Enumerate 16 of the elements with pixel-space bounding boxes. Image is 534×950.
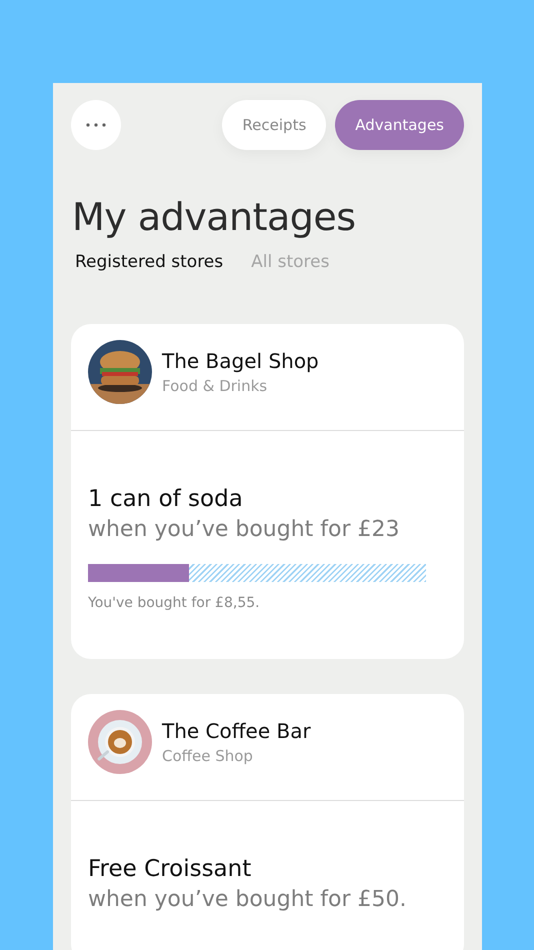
store-category: Food & Drinks (162, 377, 268, 395)
menu-button[interactable] (71, 100, 121, 150)
offer-title: 1 can of soda (88, 485, 244, 514)
filter-tab[interactable]: Registered stores (75, 252, 224, 272)
store-category: Coffee Shop (162, 747, 254, 765)
offer-title: Free Croissant (88, 855, 252, 884)
progress-note: You've bought for £8,55. (88, 595, 261, 611)
store-name: The Bagel Shop (162, 349, 319, 373)
filter-tab[interactable]: All stores (251, 252, 330, 272)
store-name: The Coffee Bar (162, 719, 311, 743)
page-title: My advantages (72, 194, 357, 240)
offer-condition: when you’ve bought for £50. (88, 886, 408, 914)
tab[interactable]: Receipts (222, 100, 326, 150)
tab[interactable]: Advantages (335, 100, 464, 150)
menu-icon (86, 123, 106, 127)
offer-condition: when you’ve bought for £23 (88, 516, 401, 544)
